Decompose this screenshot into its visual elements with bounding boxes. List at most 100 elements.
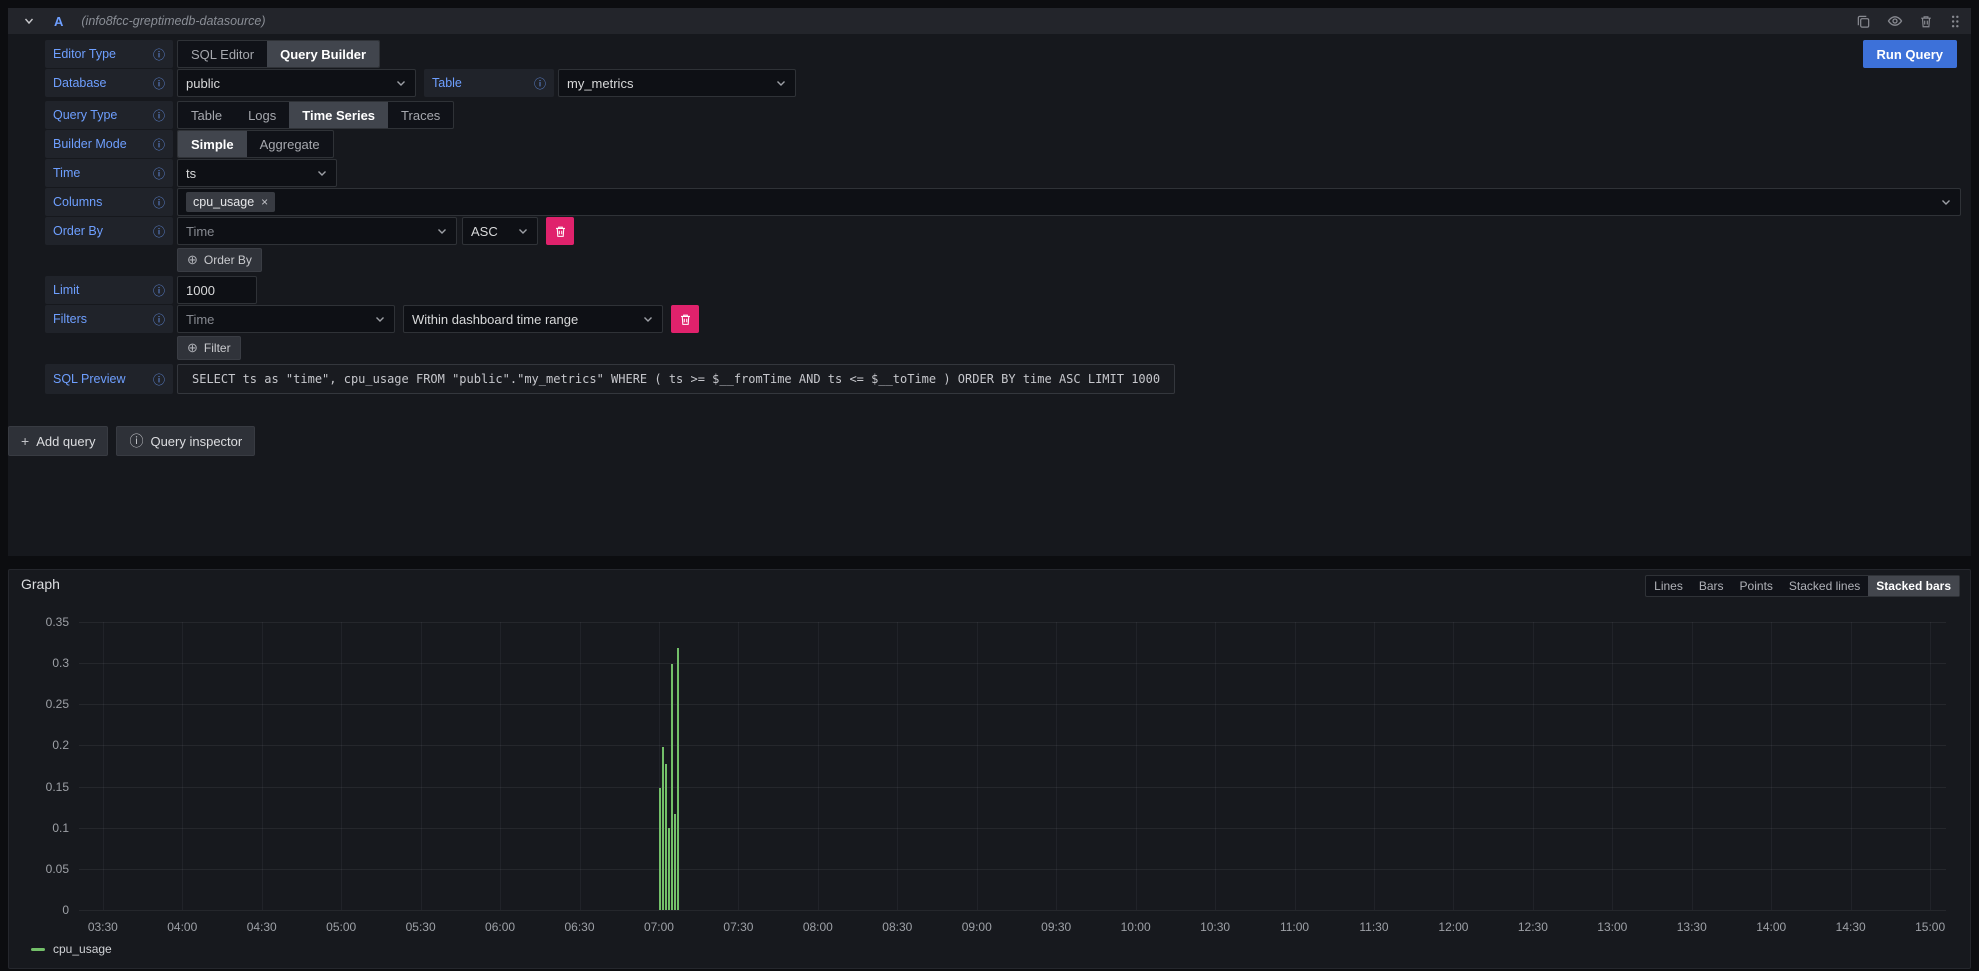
viz-mode-stacked-bars[interactable]: Stacked bars <box>1868 576 1959 596</box>
info-icon[interactable]: ⓘ <box>153 371 165 388</box>
info-circle-icon: ⓘ <box>129 431 143 451</box>
add-filter-button[interactable]: ⊕ Filter <box>177 336 241 360</box>
info-icon[interactable]: ⓘ <box>534 75 546 92</box>
bar-cpu_usage[interactable] <box>671 664 673 910</box>
x-gridline <box>580 622 581 910</box>
x-tick-label: 03:30 <box>71 920 135 934</box>
builder-mode-label: Builder Mode ⓘ <box>45 130 173 158</box>
info-icon[interactable]: ⓘ <box>153 194 165 211</box>
legend-item-cpu-usage[interactable]: cpu_usage <box>31 942 112 956</box>
query-editor-card: A (info8fcc-greptimedb-datasource) Edito… <box>8 8 1971 556</box>
editor-type-group: SQL Editor Query Builder <box>177 40 380 68</box>
query-type-option-time-series[interactable]: Time Series <box>289 102 388 128</box>
row-database: Database ⓘ public Table ⓘ my_metrics <box>45 69 1963 97</box>
bar-cpu_usage[interactable] <box>674 814 676 910</box>
x-gridline <box>500 622 501 910</box>
info-icon[interactable]: ⓘ <box>153 46 165 63</box>
y-gridline <box>79 828 1946 829</box>
x-gridline <box>1056 622 1057 910</box>
query-type-option-traces[interactable]: Traces <box>388 102 453 128</box>
x-gridline <box>1374 622 1375 910</box>
row-limit: Limit ⓘ 1000 <box>45 276 1963 304</box>
chevron-down-icon <box>642 313 654 325</box>
y-gridline <box>79 910 1946 911</box>
time-column-select[interactable]: ts <box>177 159 337 187</box>
remove-tag-icon[interactable]: × <box>261 195 268 209</box>
order-by-field-select[interactable]: Time <box>177 217 457 245</box>
bar-cpu_usage[interactable] <box>665 764 667 910</box>
x-tick-label: 12:00 <box>1421 920 1485 934</box>
query-row-header[interactable]: A (info8fcc-greptimedb-datasource) <box>8 8 1971 34</box>
plot-area[interactable] <box>79 622 1946 910</box>
x-tick-label: 07:30 <box>706 920 770 934</box>
query-type-option-table[interactable]: Table <box>178 102 235 128</box>
builder-mode-option-simple[interactable]: Simple <box>178 131 247 157</box>
viz-mode-bars[interactable]: Bars <box>1691 576 1732 596</box>
info-icon[interactable]: ⓘ <box>153 136 165 153</box>
info-icon[interactable]: ⓘ <box>153 107 165 124</box>
info-icon[interactable]: ⓘ <box>153 75 165 92</box>
info-icon[interactable]: ⓘ <box>153 282 165 299</box>
row-builder-mode: Builder Mode ⓘ Simple Aggregate <box>45 130 1963 158</box>
chevron-down-icon <box>374 313 386 325</box>
add-order-by-button[interactable]: ⊕ Order By <box>177 248 262 272</box>
trash-icon <box>679 313 692 326</box>
x-gridline <box>1930 622 1931 910</box>
x-tick-label: 10:00 <box>1104 920 1168 934</box>
row-order-by: Order By ⓘ Time ASC <box>45 217 1963 245</box>
row-add-filter: ⊕ Filter <box>45 336 1963 360</box>
add-query-button[interactable]: + Add query <box>8 426 108 456</box>
x-gridline <box>1453 622 1454 910</box>
viz-mode-points[interactable]: Points <box>1732 576 1781 596</box>
columns-multiselect[interactable]: cpu_usage × <box>177 188 1961 216</box>
x-gridline <box>1215 622 1216 910</box>
y-tick-label: 0.1 <box>9 821 69 835</box>
query-type-option-logs[interactable]: Logs <box>235 102 289 128</box>
editor-type-option-sql-editor[interactable]: SQL Editor <box>178 41 267 67</box>
info-icon[interactable]: ⓘ <box>153 311 165 328</box>
filter-field-select[interactable]: Time <box>177 305 395 333</box>
chevron-down-icon <box>395 77 407 89</box>
table-label: Table ⓘ <box>424 69 554 97</box>
info-icon[interactable]: ⓘ <box>153 165 165 182</box>
database-select[interactable]: public <box>177 69 416 97</box>
row-filters: Filters ⓘ Time Within dashboard time ran… <box>45 305 1963 333</box>
bar-cpu_usage[interactable] <box>659 788 661 910</box>
y-tick-label: 0.35 <box>9 615 69 629</box>
x-tick-label: 06:30 <box>548 920 612 934</box>
bar-cpu_usage[interactable] <box>662 747 664 910</box>
chevron-down-icon <box>436 225 448 237</box>
builder-mode-option-aggregate[interactable]: Aggregate <box>247 131 333 157</box>
x-tick-label: 05:30 <box>389 920 453 934</box>
x-tick-label: 12:30 <box>1501 920 1565 934</box>
query-type-label: Query Type ⓘ <box>45 101 173 129</box>
toggle-visibility-icon[interactable] <box>1887 13 1903 29</box>
x-gridline <box>1612 622 1613 910</box>
filters-label: Filters ⓘ <box>45 305 173 333</box>
filter-condition-select[interactable]: Within dashboard time range <box>403 305 663 333</box>
query-inspector-button[interactable]: ⓘ Query inspector <box>116 426 255 456</box>
collapse-query-icon[interactable] <box>18 15 40 27</box>
bar-cpu_usage[interactable] <box>668 828 670 910</box>
limit-input[interactable]: 1000 <box>177 276 257 304</box>
bar-cpu_usage[interactable] <box>677 648 679 910</box>
y-tick-label: 0.05 <box>9 862 69 876</box>
order-by-direction-select[interactable]: ASC <box>462 217 538 245</box>
query-ref-id: A <box>54 14 63 29</box>
duplicate-query-icon[interactable] <box>1856 14 1871 29</box>
y-gridline <box>79 787 1946 788</box>
trash-icon <box>554 225 567 238</box>
remove-filter-button[interactable] <box>671 305 699 333</box>
x-tick-label: 14:00 <box>1739 920 1803 934</box>
table-select[interactable]: my_metrics <box>558 69 796 97</box>
x-gridline <box>1533 622 1534 910</box>
remove-order-by-button[interactable] <box>546 217 574 245</box>
viz-mode-stacked-lines[interactable]: Stacked lines <box>1781 576 1868 596</box>
run-query-button[interactable]: Run Query <box>1863 40 1957 68</box>
editor-type-option-query-builder[interactable]: Query Builder <box>267 41 379 67</box>
info-icon[interactable]: ⓘ <box>153 223 165 240</box>
x-gridline <box>103 622 104 910</box>
drag-handle-icon[interactable] <box>1949 14 1961 29</box>
delete-query-icon[interactable] <box>1919 14 1933 29</box>
viz-mode-lines[interactable]: Lines <box>1646 576 1691 596</box>
